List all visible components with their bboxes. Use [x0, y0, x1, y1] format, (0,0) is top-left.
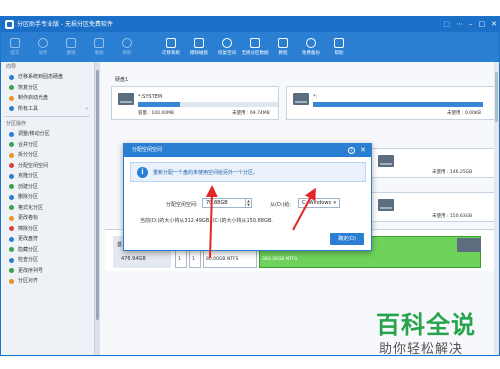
red-arrow-target: [292, 187, 316, 231]
watermark: 百科全说 助你轻松解决: [376, 305, 500, 369]
red-arrow-size: [205, 185, 218, 259]
watermark-title: 百科全说: [376, 311, 476, 339]
watermark-subtitle: 助你轻松解决: [379, 342, 464, 357]
screenshot-frame: 分区助手专业版 - 无损分区免费软件 ⬚ ⋯ – □ ✕ 提交 放弃 撤销 重做 刷新迁…: [0, 0, 500, 369]
